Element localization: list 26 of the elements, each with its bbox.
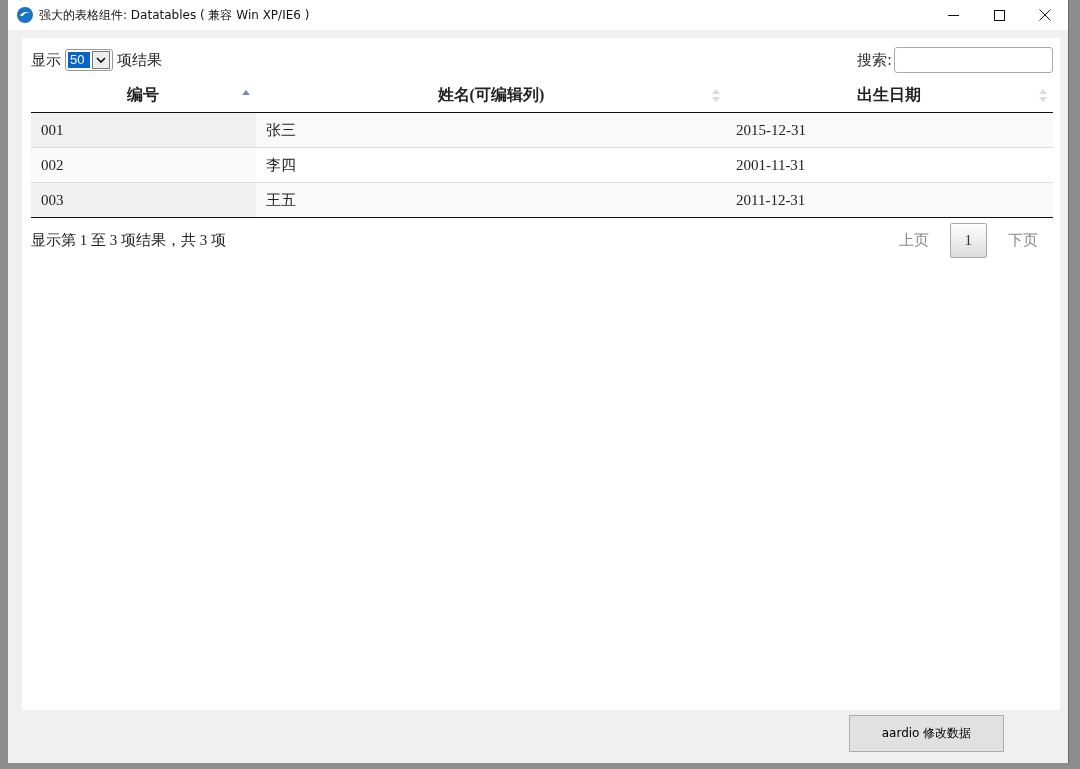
search-label: 搜索: [856,50,892,70]
table-cell: 2015-12-31 [725,112,1053,148]
table-cell: 002 [31,147,256,183]
table-cell: 2011-12-31 [725,182,1053,218]
page-button[interactable]: 1 [949,223,987,258]
show-label: 显示 [31,50,61,70]
page-length-select[interactable]: 50 [65,49,114,71]
close-icon [1039,9,1051,21]
table-info: 显示第 1 至 3 项结果，共 3 项 [31,231,226,250]
maximize-icon [993,9,1005,21]
search-field[interactable] [894,47,1053,73]
table-cell: 001 [31,112,256,148]
column-header[interactable]: 姓名(可编辑列) [437,85,545,103]
modify-data-button[interactable]: aardio 修改数据 [849,715,1004,752]
table-cell: 2001-11-31 [725,147,1053,183]
column-header[interactable]: 编号 [127,85,160,103]
minimize-icon [947,14,959,16]
table-cell: 王五 [255,182,726,218]
table-cell: 张三 [255,112,726,148]
results-label: 项结果 [117,50,163,70]
column-header[interactable]: 出生日期 [857,85,922,103]
dropdown-caret-icon [92,51,111,69]
table-cell: 003 [31,182,256,218]
table-cell: 李四 [255,147,726,183]
window-title: 强大的表格组件: Datatables ( 兼容 Win XP/IE6 ) [39,6,311,24]
app-logo-icon [17,7,33,23]
